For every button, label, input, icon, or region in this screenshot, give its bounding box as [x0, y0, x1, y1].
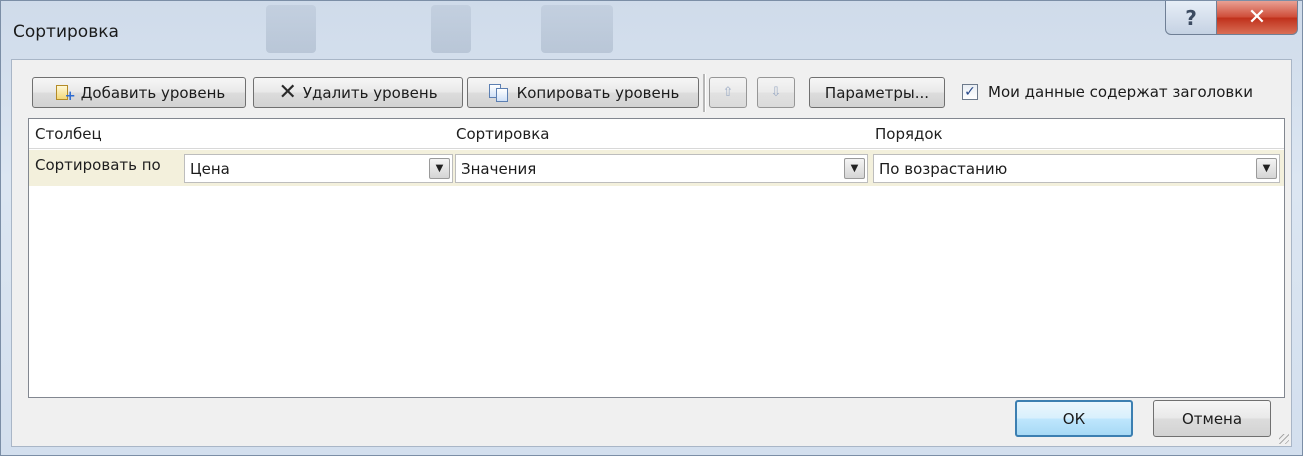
order-select-value: По возрастанию — [879, 160, 1008, 178]
row-label: Сортировать по — [35, 156, 161, 174]
background-blur — [541, 5, 613, 53]
chevron-down-icon[interactable]: ▼ — [429, 158, 450, 179]
arrow-down-icon: ⇩ — [770, 85, 782, 100]
column-select-value: Цена — [190, 160, 230, 178]
options-button[interactable]: Параметры... — [809, 77, 945, 108]
arrow-up-icon: ⇧ — [722, 85, 734, 100]
sort-levels-grid: Столбец Сортировка Порядок Сортировать п… — [28, 118, 1285, 398]
copy-level-label: Копировать уровень — [516, 83, 680, 102]
resize-grip[interactable] — [1279, 434, 1289, 444]
headers-checkbox-row[interactable]: ✓ Мои данные содержат заголовки — [962, 80, 1253, 104]
background-blur — [431, 5, 471, 53]
help-icon: ? — [1185, 5, 1197, 30]
delete-level-button[interactable]: ✕ Удалить уровень — [253, 77, 463, 108]
copy-icon — [487, 83, 511, 102]
toolbar: + Добавить уровень ✕ Удалить уровень Коп… — [12, 60, 1291, 116]
sort-dialog: Сортировка ? ✕ + Добавить уровень ✕ Удал… — [0, 0, 1303, 456]
headers-checkbox-label[interactable]: Мои данные содержат заголовки — [988, 83, 1253, 101]
order-select[interactable]: По возрастанию ▼ — [873, 154, 1280, 183]
headers-checkbox[interactable]: ✓ — [962, 84, 978, 100]
add-level-label: Добавить уровень — [80, 83, 226, 102]
sort-on-select-value: Значения — [461, 160, 537, 178]
background-blur — [266, 5, 316, 53]
delete-icon: ✕ — [278, 79, 297, 105]
help-button[interactable]: ? — [1165, 1, 1217, 35]
chevron-down-icon[interactable]: ▼ — [1256, 158, 1277, 179]
options-label: Параметры... — [824, 83, 930, 102]
add-level-button[interactable]: + Добавить уровень — [32, 77, 246, 108]
table-row[interactable]: Сортировать по Цена ▼ Значения ▼ По возр… — [29, 150, 1284, 186]
chevron-down-icon[interactable]: ▼ — [844, 158, 865, 179]
cancel-button[interactable]: Отмена — [1153, 400, 1271, 437]
header-sort-on: Сортировка — [456, 125, 550, 143]
sort-on-select[interactable]: Значения ▼ — [455, 154, 868, 183]
delete-level-label: Удалить уровень — [302, 83, 438, 102]
header-column: Столбец — [35, 125, 102, 143]
title-bar[interactable]: Сортировка ? ✕ — [1, 1, 1302, 61]
move-down-button[interactable]: ⇩ — [757, 77, 795, 108]
dialog-content: + Добавить уровень ✕ Удалить уровень Коп… — [11, 59, 1292, 447]
ok-label: ОК — [1062, 409, 1086, 428]
checkmark-icon: ✓ — [964, 84, 976, 100]
column-select[interactable]: Цена ▼ — [184, 154, 453, 183]
add-level-icon: + — [53, 84, 76, 103]
copy-level-button[interactable]: Копировать уровень — [467, 77, 699, 108]
grid-header: Столбец Сортировка Порядок — [29, 119, 1284, 149]
close-button[interactable]: ✕ — [1216, 1, 1298, 35]
header-order: Порядок — [875, 125, 943, 143]
move-up-button[interactable]: ⇧ — [709, 77, 747, 108]
ok-button[interactable]: ОК — [1015, 400, 1133, 437]
cancel-label: Отмена — [1181, 409, 1243, 428]
dialog-title: Сортировка — [13, 22, 119, 42]
toolbar-separator — [703, 74, 706, 112]
close-icon: ✕ — [1247, 5, 1267, 30]
